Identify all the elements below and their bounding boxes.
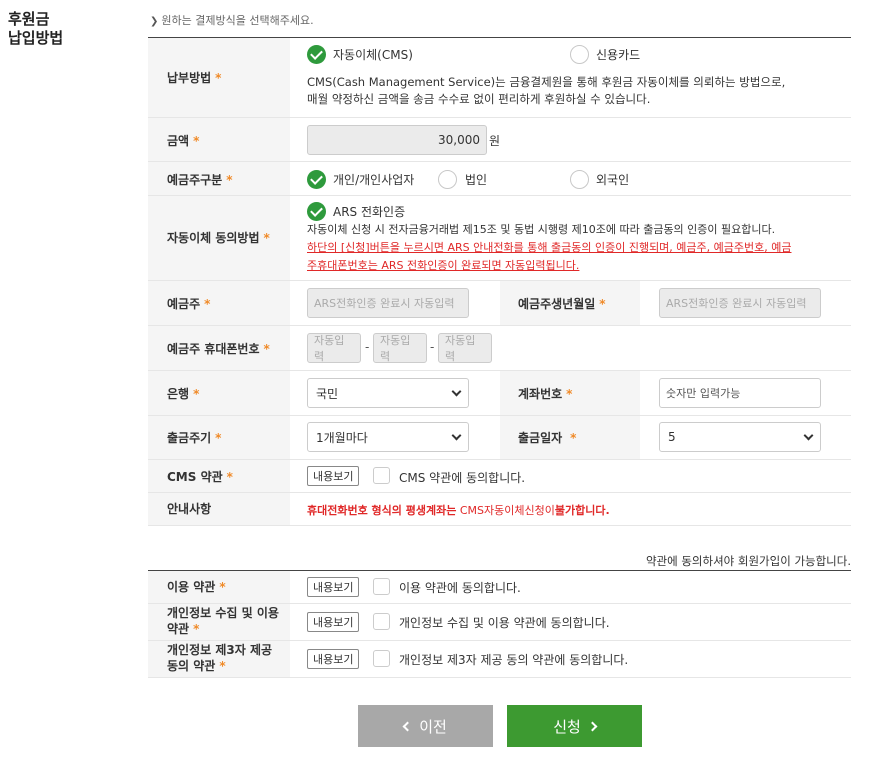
chevron-down-icon	[803, 430, 814, 440]
phone-separator: -	[365, 340, 370, 354]
payment-desc-line2: 매월 약정하신 금액을 송금 수수료 없이 편리하게 후원하실 수 있습니다.	[307, 92, 651, 106]
foreign-radio[interactable]	[570, 170, 589, 189]
payment-desc-line1: CMS(Cash Management Service)는 금융결제원을 통해 …	[307, 75, 786, 89]
notice-text: 휴대전화번호 형식의 평생계좌는 CMS자동이체신청이불가합니다.	[307, 504, 610, 517]
terms-thirdparty-row: 개인정보 제3자 제공 동의 약관 * 내용보기 개인정보 제3자 제공 동의 약관…	[148, 641, 851, 678]
terms-use-checkbox[interactable]	[373, 578, 390, 595]
depositor-type-label: 예금주구분 *	[167, 173, 233, 187]
consent-desc: 자동이체 신청 시 전자금융거래법 제15조 및 동법 시행령 제10조에 따라…	[307, 223, 776, 236]
cycle-label: 출금주기 *	[167, 431, 222, 445]
foreign-option-label[interactable]: 외국인	[596, 171, 629, 188]
amount-label: 금액 *	[167, 134, 200, 148]
consent-warning-line2: 주휴대폰번호는 ARS 전화인증이 완료되면 자동입력됩니다.	[307, 259, 580, 272]
ars-option-label[interactable]: ARS 전화인증	[333, 203, 405, 220]
withdraw-day-label: 출금일자 *	[518, 431, 577, 445]
phone-label: 예금주 휴대폰번호 *	[167, 342, 270, 356]
cms-terms-agree-label[interactable]: CMS 약관에 동의합니다.	[399, 469, 525, 486]
prev-button[interactable]: 이전	[358, 705, 493, 747]
cms-option-label[interactable]: 자동이체(CMS)	[333, 46, 413, 63]
chevron-left-icon	[402, 721, 413, 731]
cycle-row: 출금주기 * 1개월마다 출금일자 * 5	[148, 416, 851, 460]
cycle-select[interactable]: 1개월마다	[307, 422, 469, 452]
submit-button[interactable]: 신청	[507, 705, 642, 747]
corp-radio[interactable]	[438, 170, 457, 189]
cms-terms-view-button[interactable]: 내용보기	[307, 466, 360, 486]
bank-select[interactable]: 국민	[307, 378, 469, 408]
terms-privacy-checkbox[interactable]	[373, 613, 390, 630]
section-title-line1: 후원금	[8, 10, 50, 28]
terms-note: 약관에 동의하셔야 회원가입이 가능합니다.	[645, 554, 851, 568]
phone-input-1[interactable]: 자동입력	[307, 333, 361, 363]
section-title: 후원금 납입방법	[8, 10, 63, 48]
holder-birth-input[interactable]: ARS전화인증 완료시 자동입력	[659, 288, 821, 318]
payment-method-row: 납부방법 * 자동이체(CMS) 신용카드 CMS(Cash Management…	[148, 38, 851, 118]
terms-use-view-button[interactable]: 내용보기	[307, 577, 360, 597]
hint-label: 원하는 결제방식을 선택해주세요.	[161, 14, 314, 27]
chevron-right-icon: ❯	[150, 16, 159, 27]
amount-row: 금액 * 30,000 원	[148, 118, 851, 162]
terms-use-agree-label[interactable]: 이용 약관에 동의합니다.	[399, 579, 521, 596]
notice-label: 안내사항	[167, 502, 212, 516]
cycle-selected-value: 1개월마다	[316, 430, 368, 445]
chevron-down-icon	[451, 386, 462, 396]
terms-use-row: 이용 약관 * 내용보기 이용 약관에 동의합니다.	[148, 571, 851, 604]
terms-privacy-label: 개인정보 수집 및 이용 약관 *	[167, 606, 279, 636]
amount-unit: 원	[489, 134, 501, 148]
cms-terms-label: CMS 약관 *	[167, 470, 233, 484]
ars-radio-checked[interactable]	[307, 202, 326, 221]
prev-button-label: 이전	[419, 717, 447, 736]
withdraw-day-value: 5	[668, 430, 676, 444]
terms-thirdparty-agree-label[interactable]: 개인정보 제3자 제공 동의 약관에 동의합니다.	[399, 651, 628, 668]
cms-radio-checked[interactable]	[307, 45, 326, 64]
consent-method-row: 자동이체 동의방법 * ARS 전화인증 자동이체 신청 시 전자금융거래법 제1…	[148, 196, 851, 281]
chevron-down-icon	[451, 430, 462, 440]
terms-privacy-row: 개인정보 수집 및 이용 약관 * 내용보기 개인정보 수집 및 이용 약관에 동의…	[148, 604, 851, 641]
depositor-type-row: 예금주구분 * 개인/개인사업자 법인 외국인	[148, 162, 851, 196]
bank-label: 은행 *	[167, 387, 200, 401]
terms-thirdparty-view-button[interactable]: 내용보기	[307, 649, 360, 669]
terms-thirdparty-checkbox[interactable]	[373, 650, 390, 667]
holder-label: 예금주 *	[167, 297, 211, 311]
phone-input-2[interactable]: 자동입력	[373, 333, 427, 363]
phone-input-3[interactable]: 자동입력	[438, 333, 492, 363]
holder-input[interactable]: ARS전화인증 완료시 자동입력	[307, 288, 469, 318]
personal-radio-checked[interactable]	[307, 170, 326, 189]
cms-terms-row: CMS 약관 * 내용보기 CMS 약관에 동의합니다.	[148, 460, 851, 493]
submit-button-label: 신청	[553, 717, 581, 736]
hint-text: ❯ 원하는 결제방식을 선택해주세요.	[150, 12, 314, 28]
phone-row: 예금주 휴대폰번호 * 자동입력 - 자동입력 - 자동입력	[148, 326, 851, 371]
account-label: 계좌번호 *	[518, 387, 573, 401]
bank-row: 은행 * 국민 계좌번호 * 숫자만 입력가능	[148, 371, 851, 416]
cms-terms-checkbox[interactable]	[373, 467, 390, 484]
consent-method-label: 자동이체 동의방법 *	[167, 231, 270, 245]
payment-method-label: 납부방법 *	[167, 71, 222, 85]
section-title-line2: 납입방법	[8, 29, 64, 47]
account-input[interactable]: 숫자만 입력가능	[659, 378, 821, 408]
personal-option-label[interactable]: 개인/개인사업자	[333, 171, 414, 188]
consent-warning-line1: 하단의 [신청]버튼을 누르시면 ARS 안내전화를 통해 출금동의 인증이 진…	[307, 241, 792, 254]
terms-use-label: 이용 약관 *	[167, 580, 226, 594]
withdraw-day-select[interactable]: 5	[659, 422, 821, 452]
terms-privacy-view-button[interactable]: 내용보기	[307, 612, 360, 632]
amount-input[interactable]: 30,000	[307, 125, 487, 155]
terms-thirdparty-label: 개인정보 제3자 제공 동의 약관 *	[167, 643, 273, 673]
notice-row: 안내사항 휴대전화번호 형식의 평생계좌는 CMS자동이체신청이불가합니다.	[148, 493, 851, 526]
holder-birth-label: 예금주생년월일 *	[518, 297, 606, 311]
chevron-right-icon	[587, 721, 598, 731]
holder-row: 예금주 * ARS전화인증 완료시 자동입력 예금주생년월일 * ARS전화인증 완…	[148, 281, 851, 326]
corp-option-label[interactable]: 법인	[465, 171, 487, 188]
card-option-label[interactable]: 신용카드	[596, 46, 640, 63]
card-radio[interactable]	[570, 45, 589, 64]
terms-privacy-agree-label[interactable]: 개인정보 수집 및 이용 약관에 동의합니다.	[399, 614, 610, 631]
bank-selected-value: 국민	[316, 386, 339, 401]
phone-separator: -	[430, 340, 435, 354]
